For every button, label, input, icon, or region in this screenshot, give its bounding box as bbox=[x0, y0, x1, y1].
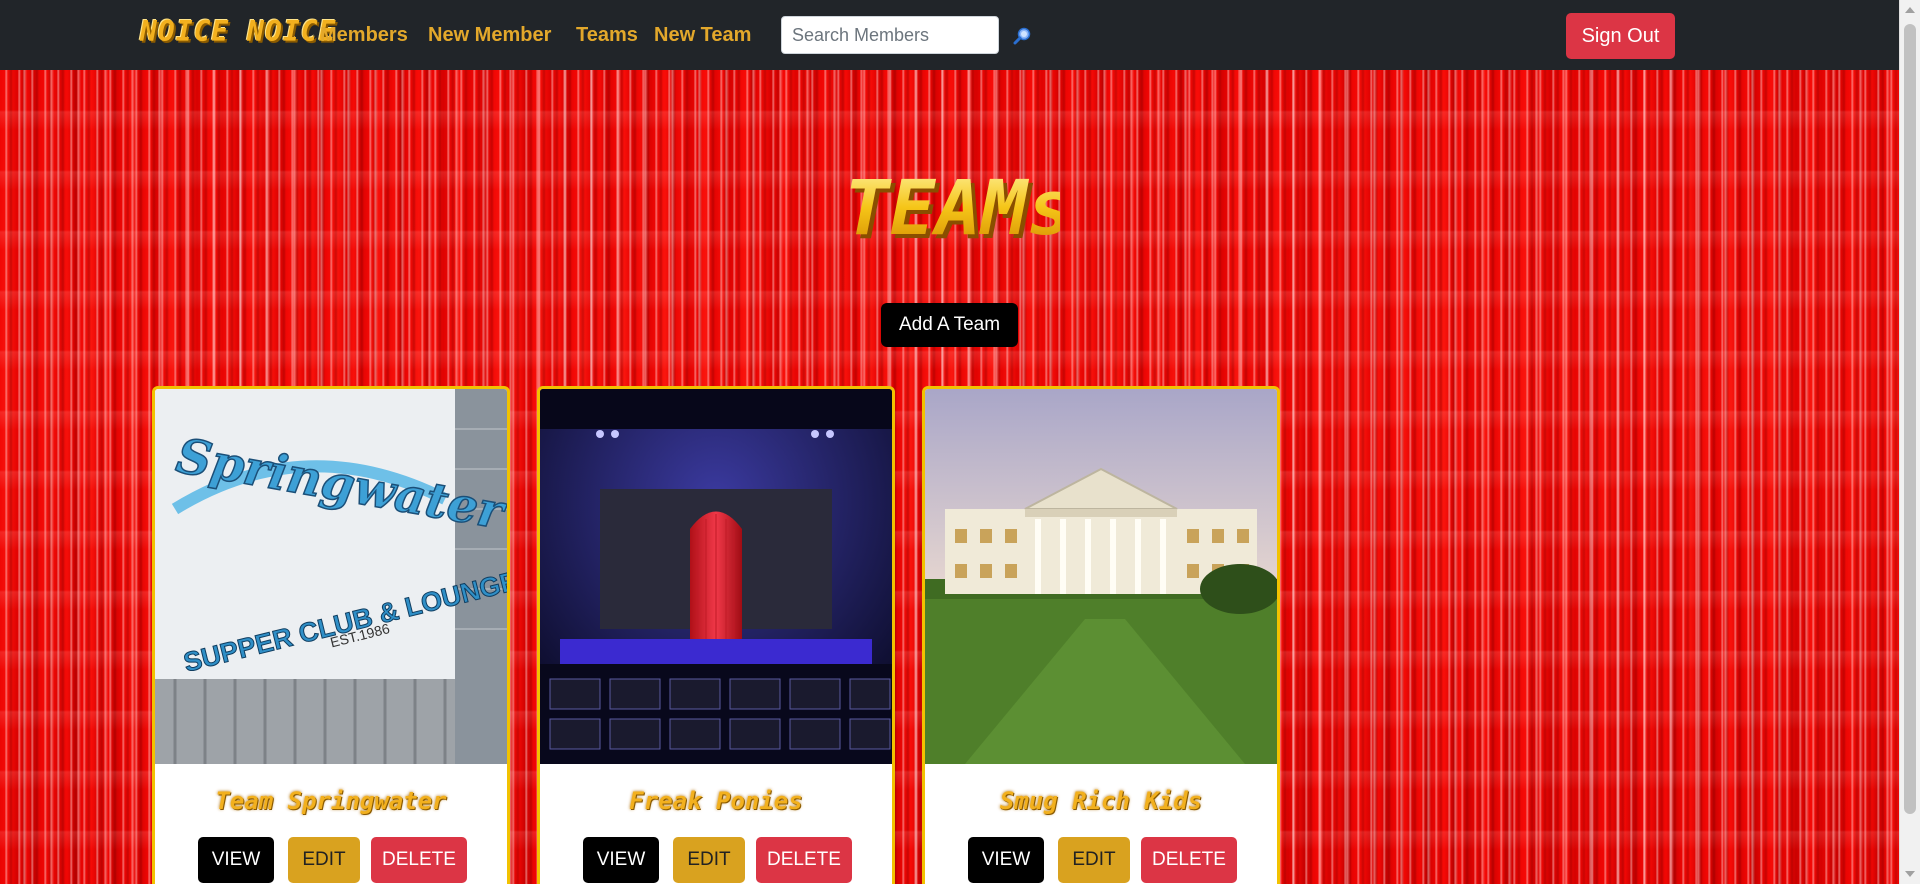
nav-link-teams[interactable]: Teams bbox=[576, 24, 638, 47]
scrollbar-thumb[interactable] bbox=[1904, 24, 1916, 814]
brand-logo[interactable]: NOICE NOICE bbox=[140, 15, 336, 48]
team-image-springwater-sign: Springwater SUPPER CLUB & LOUNGE EST.198… bbox=[155, 389, 507, 764]
view-team-button[interactable]: VIEW bbox=[968, 837, 1044, 883]
delete-team-button[interactable]: DELETE bbox=[371, 837, 467, 883]
search-members-input[interactable] bbox=[781, 16, 999, 54]
team-name: Smug Rich Kids bbox=[999, 787, 1203, 815]
team-card: Springwater SUPPER CLUB & LOUNGE EST.198… bbox=[152, 386, 510, 884]
edit-team-button[interactable]: EDIT bbox=[1058, 837, 1130, 883]
page-title-text: TEAMs bbox=[844, 163, 1060, 252]
delete-team-button[interactable]: DELETE bbox=[1141, 837, 1237, 883]
team-card: Smug Rich Kids VIEW EDIT DELETE bbox=[922, 386, 1280, 884]
scroll-down-icon[interactable] bbox=[1905, 871, 1915, 877]
delete-team-button[interactable]: DELETE bbox=[756, 837, 852, 883]
team-card: Freak Ponies VIEW EDIT DELETE bbox=[537, 386, 895, 884]
scroll-up-icon[interactable] bbox=[1905, 7, 1915, 13]
edit-team-button[interactable]: EDIT bbox=[288, 837, 360, 883]
sign-out-button[interactable]: Sign Out bbox=[1566, 13, 1675, 59]
page-scrollbar[interactable] bbox=[1899, 0, 1920, 884]
team-name: Team Springwater bbox=[215, 787, 447, 815]
nav-link-new-member[interactable]: New Member bbox=[428, 24, 551, 47]
nav-link-members[interactable]: Members bbox=[320, 24, 408, 47]
edit-team-button[interactable]: EDIT bbox=[673, 837, 745, 883]
view-team-button[interactable]: VIEW bbox=[583, 837, 659, 883]
nav-link-new-team[interactable]: New Team bbox=[654, 24, 751, 47]
magnifier-icon[interactable] bbox=[1012, 26, 1032, 46]
page-title: TEAM TEAMs bbox=[844, 163, 1060, 256]
team-image-theater-stage bbox=[540, 389, 892, 764]
view-team-button[interactable]: VIEW bbox=[198, 837, 274, 883]
team-image-mansion bbox=[925, 389, 1277, 764]
team-name: Freak Ponies bbox=[629, 787, 803, 815]
top-navbar: NOICE NOICE Members New Member Teams New… bbox=[0, 0, 1900, 70]
add-team-button[interactable]: Add A Team bbox=[881, 303, 1018, 347]
